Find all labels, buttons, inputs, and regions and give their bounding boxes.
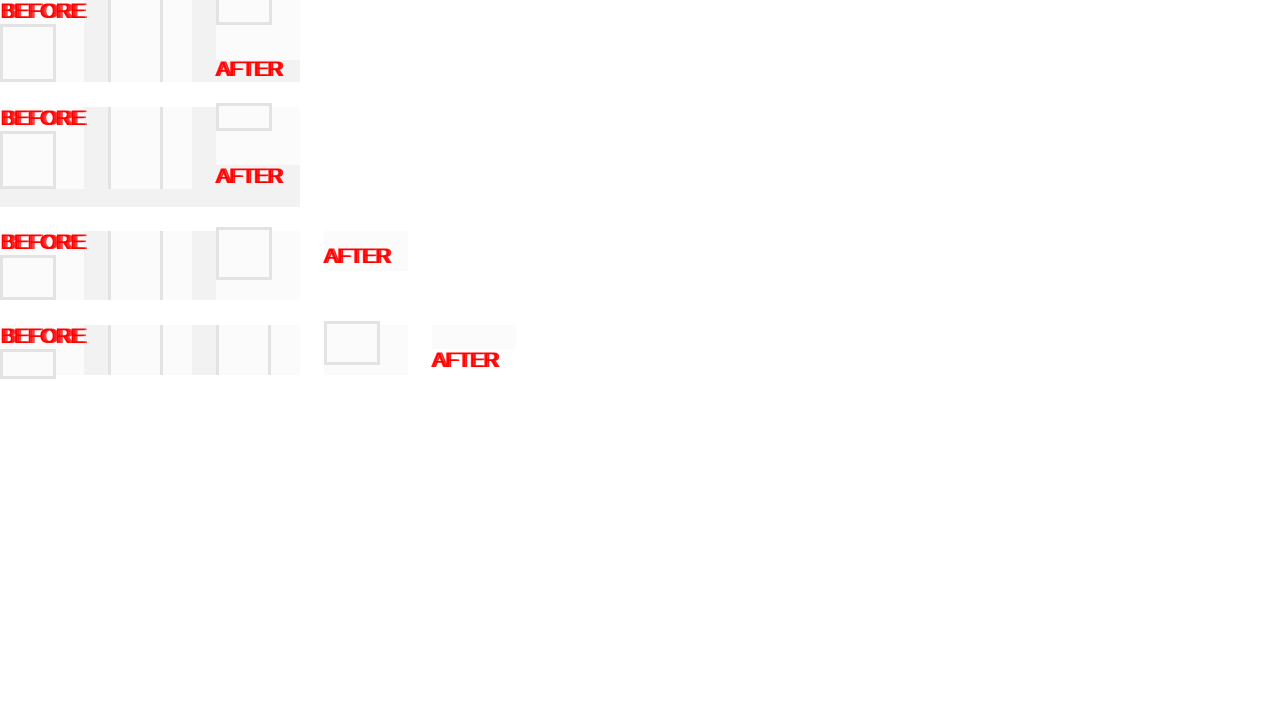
after-frame bbox=[216, 227, 272, 280]
before-frame bbox=[0, 24, 56, 82]
divider-strip bbox=[84, 0, 108, 82]
middle-panel bbox=[108, 231, 192, 300]
after-panel bbox=[432, 325, 516, 349]
before-label: BEFORE BEFORE BEFORE bbox=[0, 325, 88, 348]
after-label: AFTER AFTER AFTER bbox=[215, 165, 285, 188]
middle-panel bbox=[216, 325, 300, 375]
panel-edge bbox=[160, 0, 163, 82]
panel-edge bbox=[108, 231, 111, 300]
before-frame bbox=[0, 255, 56, 300]
comparison-canvas: BEFORE BEFORE BEFORE AFTER AFTER AFTER B… bbox=[0, 0, 1280, 720]
panel-edge bbox=[160, 231, 163, 300]
before-frame bbox=[0, 131, 56, 189]
before-frame bbox=[0, 349, 56, 379]
after-frame bbox=[216, 103, 272, 131]
panel-edge bbox=[160, 325, 163, 375]
after-frame bbox=[324, 321, 380, 365]
middle-panel bbox=[108, 0, 192, 82]
divider-strip bbox=[192, 325, 216, 375]
middle-panel bbox=[108, 107, 192, 189]
after-frame bbox=[216, 0, 272, 25]
panel-edge bbox=[160, 107, 163, 189]
panel-edge bbox=[268, 325, 271, 375]
panel-edge bbox=[108, 0, 111, 82]
before-label: BEFORE BEFORE BEFORE bbox=[0, 0, 88, 23]
after-label: AFTER AFTER AFTER bbox=[431, 349, 501, 372]
divider-strip bbox=[84, 231, 108, 300]
middle-panel bbox=[108, 325, 192, 375]
after-label: AFTER AFTER AFTER bbox=[215, 58, 285, 81]
before-label: BEFORE BEFORE BEFORE bbox=[0, 231, 88, 254]
after-label: AFTER AFTER AFTER bbox=[323, 245, 393, 268]
divider-strip bbox=[192, 231, 216, 300]
divider-strip bbox=[84, 325, 108, 375]
divider-strip bbox=[192, 0, 216, 82]
panel-edge bbox=[108, 107, 111, 189]
divider-strip bbox=[84, 107, 108, 189]
panel-edge bbox=[108, 325, 111, 375]
panel-edge bbox=[216, 325, 219, 375]
before-label: BEFORE BEFORE BEFORE bbox=[0, 107, 88, 130]
